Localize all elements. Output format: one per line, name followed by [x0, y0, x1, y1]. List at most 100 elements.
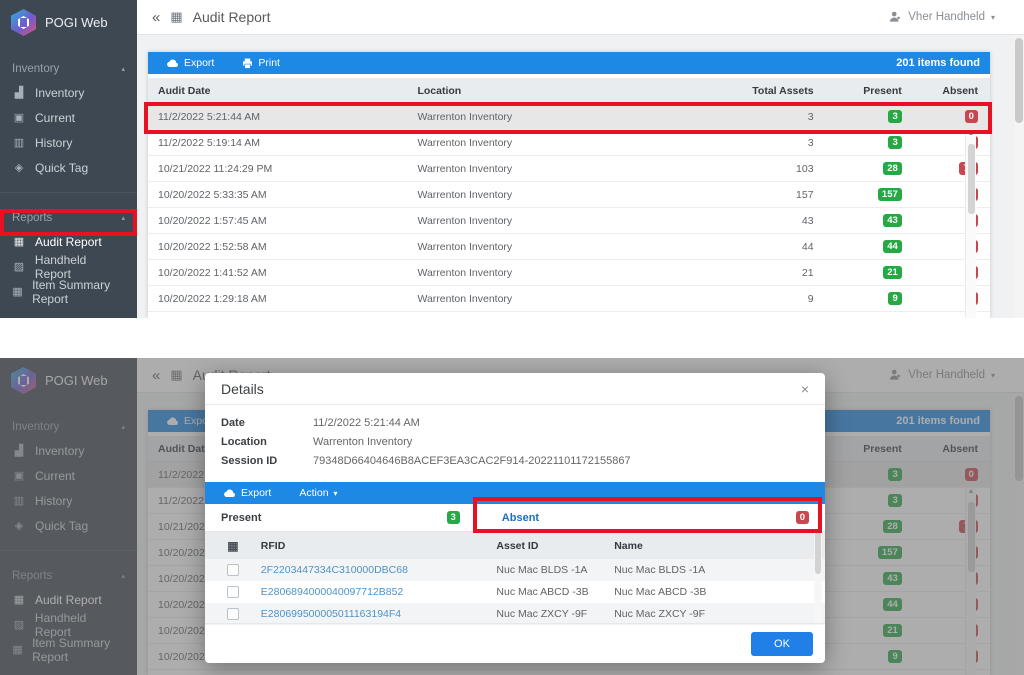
total-assets-cell: 3: [704, 137, 822, 149]
action-dropdown[interactable]: Action ▾: [285, 482, 351, 504]
audit-row[interactable]: 10/21/2022 11:24:29 PM Warrenton Invento…: [148, 156, 990, 182]
field-label: Location: [221, 436, 313, 448]
audit-row[interactable]: 10/20/2022 5:33:35 AM Warrenton Inventor…: [148, 182, 990, 208]
user-menu[interactable]: Vher Handheld ▾: [888, 10, 1009, 24]
screenshot-top: POGI Web Inventory ▴ ▟ Inventory ▣ Curre…: [0, 0, 1024, 318]
modal-title: Details: [221, 381, 264, 397]
audit-date-cell: 10/21/2022 11:24:29 PM: [148, 163, 417, 175]
row-checkbox[interactable]: [227, 586, 239, 598]
screenshot-bottom: POGI Web Inventory ▴ ▟ Inventory ▣ Curre…: [0, 358, 1024, 675]
asset-id-cell: Nuc Mac ZXCY -9F: [496, 608, 614, 620]
asset-name-cell: Nuc Mac BLDS -1A: [614, 564, 825, 576]
column-header-rfid: RFID: [261, 540, 497, 552]
location-cell: Warrenton Inventory: [417, 189, 703, 201]
total-assets-cell: 157: [704, 189, 822, 201]
sidebar-item-quick-tag[interactable]: ◈ Quick Tag: [0, 155, 137, 180]
sidebar-item-icon: ▣: [12, 111, 26, 124]
total-assets-cell: 103: [704, 163, 822, 175]
chevron-down-icon: ▾: [991, 13, 995, 22]
audit-date-cell: 10/20/2022 1:52:58 AM: [148, 241, 417, 253]
print-button[interactable]: Print: [228, 52, 294, 74]
sidebar-section-inventory[interactable]: Inventory ▴: [0, 58, 137, 80]
rfid-link[interactable]: E2806894000040097712B852: [261, 586, 403, 598]
modal-fields: Date 11/2/2022 5:21:44 AM Location Warre…: [205, 405, 825, 480]
audit-row[interactable]: 10/20/2022 1:29:18 AM Warrenton Inventor…: [148, 286, 990, 312]
user-icon: [888, 10, 902, 24]
audit-row[interactable]: 10/20/2022 1:41:52 AM Warrenton Inventor…: [148, 260, 990, 286]
rfid-link[interactable]: 2F2203447334C310000DBC68: [261, 564, 408, 576]
location-cell: Warrenton Inventory: [417, 293, 703, 305]
page-scrollbar[interactable]: [1014, 35, 1024, 318]
sidebar-item-current[interactable]: ▣ Current: [0, 105, 137, 130]
sidebar-item-audit-report[interactable]: ▦ Audit Report: [0, 229, 137, 254]
audit-date-cell: 11/2/2022 5:21:44 AM: [148, 111, 417, 123]
present-badge: 28: [883, 162, 902, 176]
user-name: Vher Handheld: [908, 11, 985, 23]
field-value: 11/2/2022 5:21:44 AM: [313, 417, 420, 429]
modal-toolbar: Export Action ▾: [205, 482, 825, 504]
present-toggle[interactable]: Present 3: [205, 511, 478, 525]
modal-export-button[interactable]: Export: [205, 482, 285, 504]
audit-report-card: Export Print 201 items found Audit Date: [148, 52, 990, 318]
brand: POGI Web: [0, 0, 137, 44]
chevron-up-icon: ▴: [121, 214, 125, 222]
audit-date-cell: 10/20/2022 1:57:45 AM: [148, 215, 417, 227]
pogi-logo-icon: [11, 9, 36, 36]
printer-icon: [242, 58, 253, 69]
sidebar-divider: [0, 192, 137, 193]
audit-date-cell: 10/20/2022 1:41:52 AM: [148, 267, 417, 279]
cloud-export-icon: [167, 58, 179, 68]
location-cell: Warrenton Inventory: [417, 137, 703, 149]
sidebar-item-label: Audit Report: [35, 235, 102, 249]
sidebar-item-handheld-report[interactable]: ▨ Handheld Report: [0, 254, 137, 279]
sidebar-item-item-summary-report[interactable]: ▦ Item Summary Report: [0, 279, 137, 304]
absent-toggle[interactable]: Absent 0: [478, 511, 825, 525]
total-assets-cell: 43: [704, 215, 822, 227]
table-scrollbar[interactable]: ▲: [965, 130, 976, 318]
rfid-link[interactable]: E280699500005011163194F4: [261, 608, 401, 620]
modal-footer: OK: [205, 623, 825, 663]
row-checkbox[interactable]: [227, 608, 239, 620]
present-absent-bar: Present 3 Absent 0: [205, 504, 825, 532]
card-toolbar: Export Print 201 items found: [148, 52, 990, 74]
section-label: Reports: [12, 212, 52, 224]
asset-row[interactable]: E2806894000040097712B852 Nuc Mac ABCD -3…: [205, 581, 825, 603]
modal-table-scrollbar[interactable]: [814, 530, 822, 625]
sidebar-item-icon: ▟: [12, 86, 26, 99]
close-icon[interactable]: ×: [801, 381, 809, 397]
sidebar-item-label: History: [35, 136, 72, 150]
location-cell: Warrenton Inventory: [417, 111, 703, 123]
grid-icon[interactable]: ▦: [227, 539, 238, 553]
sidebar-item-history[interactable]: ▥ History: [0, 130, 137, 155]
audit-row[interactable]: 11/2/2022 5:19:14 AM Warrenton Inventory…: [148, 130, 990, 156]
present-badge: 3: [888, 136, 901, 150]
sidebar: POGI Web Inventory ▴ ▟ Inventory ▣ Curre…: [0, 0, 137, 318]
total-assets-cell: 3: [704, 111, 822, 123]
sidebar-item-label: Handheld Report: [35, 253, 125, 281]
sidebar-item-inventory[interactable]: ▟ Inventory: [0, 80, 137, 105]
row-checkbox[interactable]: [227, 564, 239, 576]
asset-row[interactable]: E280699500005011163194F4 Nuc Mac ZXCY -9…: [205, 603, 825, 625]
audit-row[interactable]: 10/20/2022 1:52:58 AM Warrenton Inventor…: [148, 234, 990, 260]
detail-field: Date 11/2/2022 5:21:44 AM: [221, 417, 809, 429]
field-label: Date: [221, 417, 313, 429]
asset-row[interactable]: 2F2203447334C310000DBC68 Nuc Mac BLDS -1…: [205, 559, 825, 581]
location-cell: Warrenton Inventory: [417, 241, 703, 253]
total-assets-cell: 44: [704, 241, 822, 253]
audit-row[interactable]: 11/2/2022 5:21:44 AM Warrenton Inventory…: [148, 104, 990, 130]
ok-button[interactable]: OK: [751, 632, 813, 656]
sidebar-collapse-button[interactable]: «: [152, 9, 160, 26]
audit-date-cell: 11/2/2022 5:19:14 AM: [148, 137, 417, 149]
asset-name-cell: Nuc Mac ZXCY -9F: [614, 608, 825, 620]
location-cell: Warrenton Inventory: [417, 163, 703, 175]
field-value: Warrenton Inventory: [313, 436, 412, 448]
sidebar-section-reports[interactable]: Reports ▴: [0, 207, 137, 229]
audit-row[interactable]: 10/20/2022 1:57:45 AM Warrenton Inventor…: [148, 208, 990, 234]
calendar-icon: ▦: [170, 9, 182, 25]
present-badge: 157: [878, 188, 902, 202]
items-found-count: 201 items found: [896, 57, 990, 69]
present-badge: 44: [883, 240, 902, 254]
sidebar-item-icon: ▦: [12, 235, 26, 248]
export-button[interactable]: Export: [148, 52, 228, 74]
detail-field: Session ID 79348D66404646B8ACEF3EA3CAC2F…: [221, 455, 809, 467]
